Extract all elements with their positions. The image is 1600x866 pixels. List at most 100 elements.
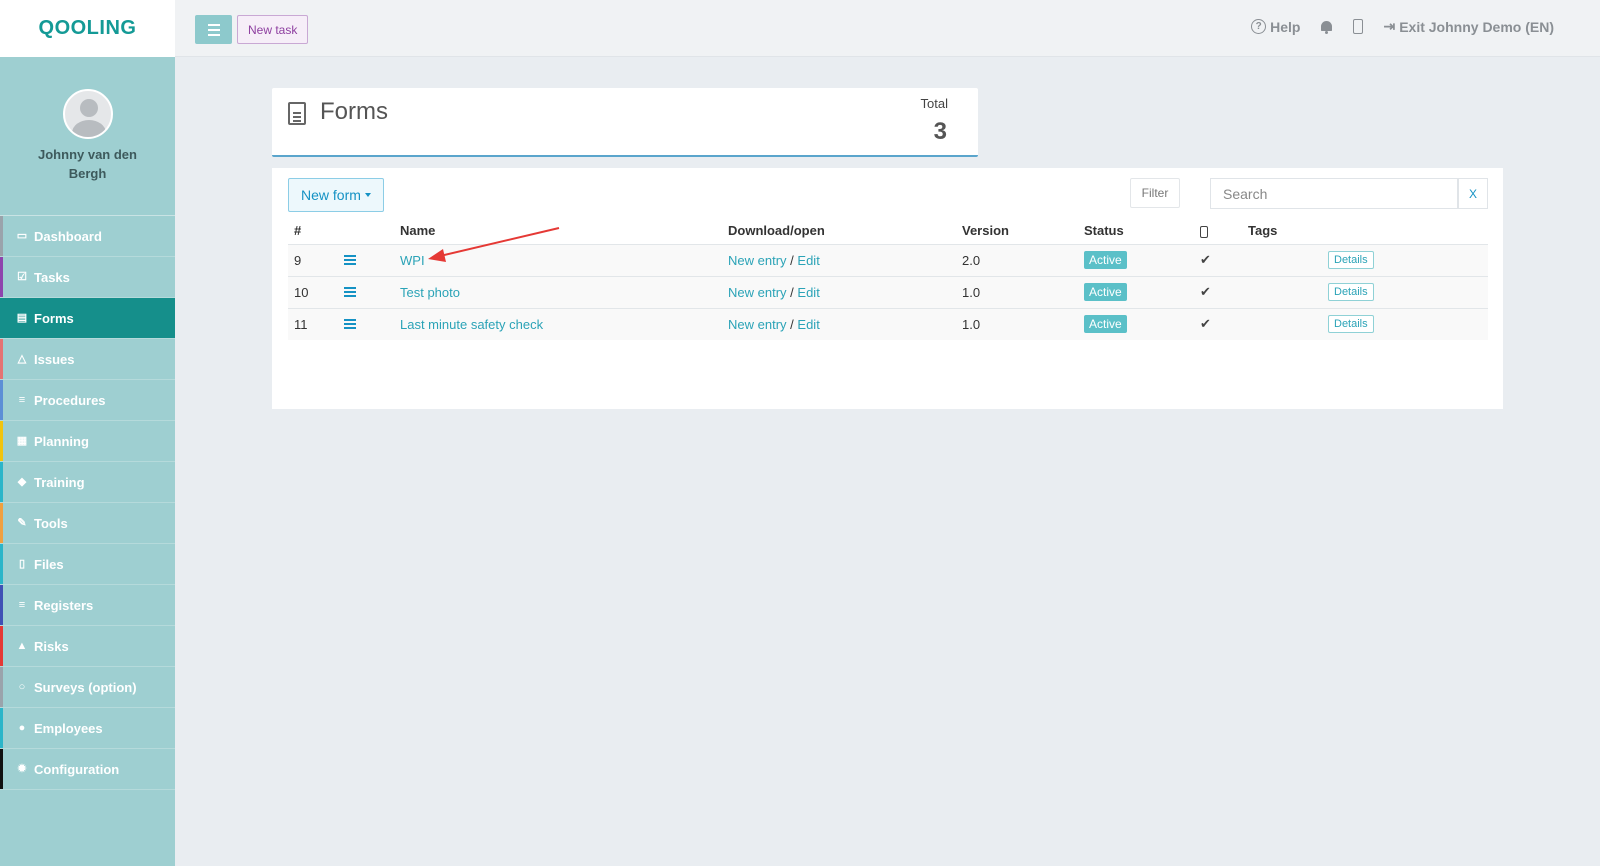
total-label: Total: [920, 96, 948, 111]
forms-header-card: Forms Total 3: [272, 88, 978, 157]
user-profile: Johnny van den Bergh: [0, 57, 175, 216]
sidebar-item-issues[interactable]: △ Issues: [0, 339, 175, 380]
new-task-button[interactable]: New task: [237, 15, 309, 44]
search-input[interactable]: [1210, 178, 1458, 209]
details-button[interactable]: Details: [1328, 283, 1374, 301]
status-badge: Active: [1084, 315, 1127, 334]
status-badge: Active: [1084, 251, 1127, 269]
hamburger-icon: [207, 23, 220, 26]
form-name-link[interactable]: Test photo: [400, 285, 460, 300]
form-version: 1.0: [956, 275, 1078, 308]
table-header-row: # Name Download/open Version Status Tags: [288, 218, 1488, 244]
sidebar-item-label: Tasks: [34, 269, 70, 285]
qooling-logo[interactable]: QOOLING: [0, 0, 175, 57]
edit-link[interactable]: Edit: [797, 253, 819, 268]
pdf-file-icon: ▯: [18, 558, 26, 570]
status-badge: Active: [1084, 283, 1127, 301]
sidebar-item-planning[interactable]: ▦ Planning: [0, 421, 175, 462]
new-entry-link[interactable]: New entry: [728, 253, 787, 268]
sidebar-item-label: Procedures: [34, 392, 106, 408]
edit-link[interactable]: Edit: [797, 317, 819, 332]
tablet-mode-button[interactable]: [1353, 19, 1364, 34]
help-link[interactable]: ? Help: [1251, 19, 1300, 35]
check-icon: ✔: [1200, 284, 1211, 299]
form-number: 10: [288, 275, 338, 308]
table-row: 10 Test photo New entry / Edit 1.0 Active ✔ De…: [288, 275, 1488, 308]
sidebar-item-procedures[interactable]: ≡ Procedures: [0, 380, 175, 421]
tablet-icon: [1353, 19, 1364, 34]
new-form-dropdown-button[interactable]: New form: [288, 178, 384, 212]
sidebar-item-tools[interactable]: ✎ Tools: [0, 503, 175, 544]
sidebar-item-label: Configuration: [34, 761, 120, 777]
column-header-download: Download/open: [728, 223, 825, 239]
document-icon: [288, 102, 306, 125]
user-name: Johnny van den Bergh: [38, 147, 137, 181]
sidebar-item-color-stripe: [0, 544, 3, 584]
sidebar-item-color-stripe: [0, 503, 3, 543]
list-icon[interactable]: [344, 254, 356, 265]
details-button[interactable]: Details: [1328, 251, 1374, 269]
bell-icon: △: [17, 353, 27, 365]
sidebar-item-tasks[interactable]: ☑ Tasks: [0, 257, 175, 298]
monitor-icon: ▭: [16, 230, 28, 242]
page-title: Forms: [320, 98, 388, 125]
new-entry-link[interactable]: New entry: [728, 317, 787, 332]
sidebar-item-color-stripe: [0, 421, 3, 461]
form-name-link[interactable]: WPI: [400, 253, 425, 268]
avatar[interactable]: [62, 89, 113, 139]
column-header-status[interactable]: Status: [1078, 218, 1194, 244]
checkbox-icon: ☑: [17, 271, 27, 283]
comment-icon: ○: [18, 681, 26, 693]
sidebar-item-color-stripe: [0, 626, 3, 666]
sidebar-item-training[interactable]: ◆ Training: [0, 462, 175, 503]
clear-search-button[interactable]: X: [1458, 178, 1488, 209]
sign-out-icon: ⇥: [1383, 18, 1396, 34]
warning-icon: ▲: [16, 640, 28, 652]
edit-link[interactable]: Edit: [797, 285, 819, 300]
calendar-icon: ▦: [16, 435, 28, 447]
exit-button[interactable]: ⇥ Exit Johnny Demo (EN): [1383, 18, 1554, 35]
form-name-link[interactable]: Last minute safety check: [400, 317, 543, 332]
column-header-mobile: [1194, 218, 1242, 244]
list-icon: ≡: [18, 394, 26, 406]
notifications-button[interactable]: [1320, 20, 1333, 34]
sidebar-item-label: Issues: [34, 351, 75, 367]
menu-toggle-button[interactable]: [195, 15, 232, 44]
sidebar-item-label: Dashboard: [34, 228, 102, 244]
bell-icon: [1320, 20, 1333, 34]
sidebar-item-dashboard[interactable]: ▭ Dashboard: [0, 216, 175, 257]
sidebar-item-label: Training: [34, 474, 85, 490]
new-entry-link[interactable]: New entry: [728, 285, 787, 300]
list-icon[interactable]: [344, 286, 356, 297]
sidebar-item-label: Files: [34, 556, 64, 572]
list-icon[interactable]: [344, 318, 356, 329]
sidebar-item-risks[interactable]: ▲ Risks: [0, 626, 175, 667]
form-number: 9: [288, 243, 338, 276]
sidebar-item-label: Employees: [34, 720, 103, 736]
sidebar-item-label: Tools: [34, 515, 68, 531]
caret-down-icon: [364, 193, 371, 197]
form-number: 11: [288, 307, 338, 340]
link-separator: /: [790, 316, 794, 332]
sidebar-item-label: Planning: [34, 433, 89, 449]
check-icon: ✔: [1200, 316, 1211, 332]
table-row: 11 Last minute safety check New entry / Ed…: [288, 307, 1488, 340]
column-header-version[interactable]: Version: [956, 218, 1078, 244]
form-tags: [1242, 307, 1322, 340]
sidebar-item-surveys-option[interactable]: ○ Surveys (option): [0, 667, 175, 708]
sidebar-item-color-stripe: [0, 462, 3, 502]
details-button[interactable]: Details: [1328, 315, 1374, 334]
sidebar-item-registers[interactable]: ≡ Registers: [0, 585, 175, 626]
sidebar-item-color-stripe: [0, 749, 3, 789]
sidebar-item-files[interactable]: ▯ Files: [0, 544, 175, 585]
list-icon: ≡: [18, 599, 26, 611]
column-header-name[interactable]: Name: [394, 218, 722, 244]
sidebar-item-color-stripe: [0, 667, 3, 707]
sidebar-item-label: Surveys (option): [34, 679, 137, 695]
sidebar-item-employees[interactable]: ● Employees: [0, 708, 175, 749]
sidebar-item-forms[interactable]: ▤ Forms: [0, 298, 175, 339]
filter-button[interactable]: Filter: [1130, 178, 1180, 208]
question-circle-icon: ?: [1251, 19, 1267, 34]
column-header-number[interactable]: #: [288, 218, 338, 244]
sidebar-item-configuration[interactable]: ✹ Configuration: [0, 749, 175, 790]
